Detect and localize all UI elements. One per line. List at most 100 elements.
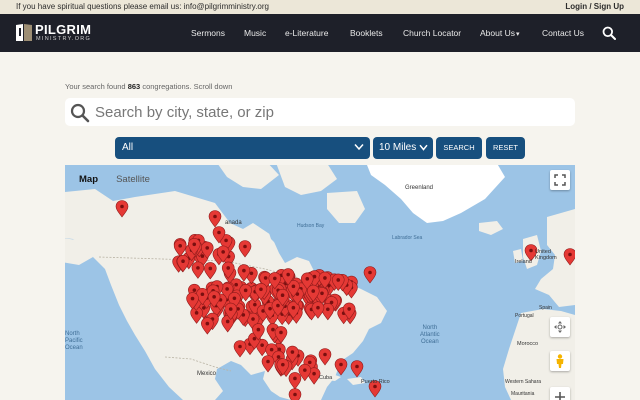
church-marker-dot (232, 296, 237, 301)
church-marker-dot (238, 344, 242, 349)
announcement-bar: If you have spiritual questions please e… (0, 0, 640, 14)
search-button[interactable]: SEARCH (436, 137, 482, 159)
church-marker-dot (290, 350, 295, 354)
church-marker-dot (224, 238, 228, 243)
nav-sermons[interactable]: Sermons (191, 28, 225, 38)
church-marker-dot (286, 272, 290, 277)
church-marker-dot (268, 306, 272, 311)
results-count: 863 (127, 82, 141, 91)
church-marker-dot (305, 277, 310, 281)
nav-booklets[interactable]: Booklets (350, 28, 383, 38)
denomination-select[interactable]: All (115, 137, 370, 159)
church-marker-dot (291, 284, 296, 289)
label-labrador-sea: Labrador Sea (392, 235, 423, 241)
nav-contact-us[interactable]: Contact Us (542, 28, 584, 38)
radius-select[interactable]: 10 Miles (373, 137, 433, 159)
church-marker-dot (259, 287, 263, 292)
fullscreen-icon (554, 174, 566, 186)
main-navigation: PILGRIM MINISTRY.ORG Sermons Music e-Lit… (0, 14, 640, 52)
map-type-satellite[interactable]: Satellite (107, 170, 159, 190)
church-marker-dot (181, 259, 185, 264)
church-marker-dot (242, 268, 246, 273)
church-marker-dot (120, 204, 124, 209)
church-marker-dot (249, 271, 254, 276)
church-marker-dot (228, 307, 233, 311)
zoom-control[interactable] (550, 387, 570, 400)
church-marker-pin[interactable] (363, 266, 377, 284)
label-mexico: Mexico (197, 371, 217, 377)
nav-about-us-label: About Us (480, 28, 515, 38)
church-marker-dot (226, 266, 231, 270)
label-portugal: Portugal (515, 313, 534, 319)
church-marker-dot (347, 307, 351, 311)
nav-about-us[interactable]: About Us▾ (480, 28, 519, 38)
church-marker-dot (217, 230, 221, 235)
church-marker-pin[interactable] (350, 360, 364, 378)
location-search-input[interactable] (95, 101, 565, 123)
map-geography (65, 165, 575, 400)
church-marker-dot (276, 303, 280, 308)
street-view-button[interactable] (550, 351, 570, 371)
reset-button[interactable]: RESET (486, 137, 525, 159)
label-morocco: Morocco (517, 341, 539, 347)
church-marker-dot (323, 276, 327, 280)
church-marker-pin[interactable] (334, 358, 348, 376)
fullscreen-button[interactable] (550, 170, 570, 190)
logo-name: PILGRIM (35, 22, 92, 37)
logo-book-icon (16, 24, 32, 41)
nav-e-literature[interactable]: e-Literature (285, 28, 328, 38)
church-marker-dot (323, 352, 327, 357)
church-marker-dot (212, 295, 216, 299)
label-united-kingdom: United Kingdom (535, 249, 557, 261)
chevron-down-icon: ▾ (515, 31, 520, 38)
radius-value: 10 Miles (379, 142, 417, 153)
church-marker-dot (293, 376, 297, 381)
church-marker-dot (192, 288, 197, 292)
church-marker-dot (293, 392, 297, 397)
church-marker-dot (260, 343, 264, 347)
search-icon[interactable] (602, 26, 616, 40)
magnifier-icon (70, 103, 90, 123)
church-marker-dot (336, 278, 341, 282)
church-marker-dot (221, 250, 225, 254)
church-marker-dot (339, 362, 343, 367)
church-marker-dot (192, 242, 197, 247)
church-marker-dot (243, 288, 248, 293)
nav-church-locator[interactable]: Church Locator (403, 28, 461, 38)
church-marker-dot (273, 276, 277, 281)
church-marker-dot (281, 362, 285, 367)
label-north-pacific: North Pacific Ocean (65, 331, 83, 351)
church-marker-dot (190, 296, 195, 301)
label-canada: anada (225, 220, 242, 226)
church-marker-dot (243, 244, 247, 249)
church-marker-dot (311, 289, 316, 293)
logo-subtitle: MINISTRY.ORG (36, 36, 92, 42)
church-marker-dot (178, 244, 182, 248)
results-summary: Your search found 863 congregations. Scr… (65, 82, 232, 91)
login-link[interactable]: Login / Sign Up (565, 2, 624, 11)
church-marker-dot (368, 270, 372, 275)
church-marker-dot (355, 364, 359, 369)
church-marker-dot (205, 321, 210, 326)
church-marker-dot (373, 384, 377, 389)
nav-music[interactable]: Music (244, 28, 266, 38)
label-hudson-bay: Hudson Bay (297, 223, 325, 229)
church-map[interactable]: Greenland anada Hudson Bay Labrador Sea … (65, 165, 575, 400)
map-type-map[interactable]: Map (70, 170, 107, 190)
church-marker-dot (312, 371, 316, 376)
pan-control[interactable] (550, 317, 570, 337)
church-marker-dot (208, 266, 213, 271)
move-arrows-icon (554, 321, 566, 333)
church-marker-dot (234, 282, 238, 287)
church-marker-dot (200, 292, 205, 297)
church-marker-dot (269, 347, 274, 352)
church-marker-dot (256, 327, 261, 332)
church-marker-dot (291, 305, 296, 310)
zoom-in-icon (555, 392, 565, 400)
church-marker-dot (279, 330, 283, 335)
label-western-sahara: Western Sahara (505, 379, 542, 385)
church-marker-dot (568, 252, 572, 257)
church-marker-dot (200, 254, 205, 258)
church-marker-dot (194, 311, 199, 315)
announcement-text: If you have spiritual questions please e… (16, 2, 269, 11)
